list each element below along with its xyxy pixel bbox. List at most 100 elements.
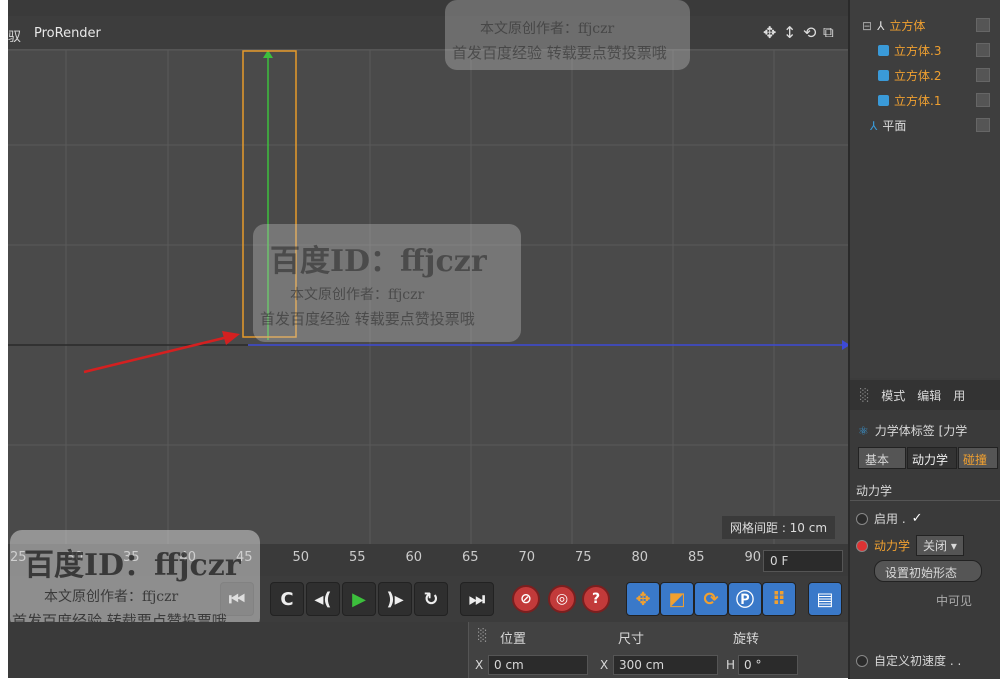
rotate-view-icon[interactable]: ⟲ <box>803 23 816 42</box>
x-size-axis: X <box>600 658 609 672</box>
viewport-header: 驭 ProRender ✥ ↕ ⟲ ⧉ <box>8 16 848 50</box>
tab-dynamics-label: 动力学 <box>912 453 949 467</box>
custom-velocity-anim-dot[interactable] <box>856 654 868 667</box>
enable-anim-dot[interactable] <box>856 512 868 525</box>
attribute-manager: ░ 模式 编辑 用 ⚛ 力学体标签 [力学 基本 动力学 碰撞 动力学 启用 .… <box>850 380 1000 679</box>
right-panel: ⊟ ⅄ 立方体 立方体.3 立方体.2 立方体.1 ⅄ 平面 ░ 模式 编辑 用… <box>848 0 1000 679</box>
attribute-menu: ░ 模式 编辑 用 <box>850 380 1000 410</box>
custom-velocity-row: 自定义初速度 . . <box>856 652 961 669</box>
tab-dynamics[interactable]: 动力学 <box>907 447 957 469</box>
object-cube3[interactable]: 立方体.3 <box>878 42 941 59</box>
section-title: 动力学 <box>856 484 893 498</box>
next-frame-button[interactable]: )▸ <box>378 582 412 616</box>
annotation-arrow-shaft <box>83 335 229 374</box>
enable-checkbox[interactable]: ✓ <box>912 511 923 526</box>
move-key-button[interactable]: ✥ <box>626 582 660 616</box>
scheme-button[interactable]: ▤ <box>808 582 842 616</box>
prorender-menu[interactable]: ProRender <box>34 26 101 41</box>
current-frame-field[interactable]: 0 F <box>763 550 843 572</box>
cube-icon <box>878 95 889 106</box>
enable-row: 启用 . ✓ <box>856 510 923 527</box>
tab-basic-label: 基本 <box>865 453 890 467</box>
x-size-field[interactable]: 300 cm <box>613 655 718 675</box>
cube-icon <box>878 45 889 56</box>
previous-key-button[interactable]: C <box>270 582 304 616</box>
menu-mode[interactable]: 模式 <box>881 387 905 404</box>
visibility-toggle[interactable] <box>976 18 990 32</box>
timeline-tick: 60 <box>405 550 423 565</box>
timeline-tick: 90 <box>744 550 762 565</box>
h-rotation-field[interactable]: 0 ° <box>738 655 798 675</box>
set-initial-state-button[interactable]: 设置初始形态 <box>874 560 982 582</box>
timeline-tick: 80 <box>631 550 649 565</box>
object-plane[interactable]: ⅄ 平面 <box>870 117 906 134</box>
timeline-tick: 55 <box>349 550 366 565</box>
pla-key-button[interactable]: ⠿ <box>762 582 796 616</box>
plane-icon: ⅄ <box>870 118 878 133</box>
auto-key-button[interactable]: ◎ <box>548 585 576 613</box>
record-keys-button[interactable]: ⊘ <box>512 585 540 613</box>
dynamics-anim-dot[interactable] <box>856 539 868 552</box>
timeline-tick: 85 <box>688 550 705 565</box>
x-position-field[interactable]: 0 cm <box>488 655 588 675</box>
menu-edit[interactable]: 编辑 <box>917 387 941 404</box>
go-to-end-button[interactable]: ⏭ <box>460 582 494 616</box>
set-initial-state-label: 设置初始形态 <box>885 566 958 580</box>
timeline-tick: 65 <box>462 550 479 565</box>
key-help-button[interactable]: ? <box>582 585 610 613</box>
viewport[interactable]: 网格间距 : 10 cm 百度ID：ffjczr 本文原创作者：ffjczr 首… <box>8 50 848 544</box>
param-key-button[interactable]: Ⓟ <box>728 582 762 616</box>
size-label: 尺寸 <box>618 632 645 647</box>
object-cube1[interactable]: 立方体.1 <box>878 92 941 109</box>
visibility-toggle[interactable] <box>976 43 990 57</box>
dynamics-dropdown-value: 关闭 <box>923 539 948 553</box>
cube-icon <box>878 70 889 81</box>
visibility-toggle[interactable] <box>976 118 990 132</box>
rotation-label: 旋转 <box>733 632 760 647</box>
tag-title: 力学体标签 [力学 <box>874 424 968 438</box>
move-view-icon[interactable]: ✥ <box>763 23 776 42</box>
timeline-tick: 75 <box>575 550 592 565</box>
c4d-window: 驭 ProRender ✥ ↕ ⟲ ⧉ 网格间距: 10 cm 百度ID：ff… <box>0 0 1000 679</box>
play-button[interactable]: ▶ <box>342 582 376 616</box>
visible-fragment: 中可见 <box>936 594 973 608</box>
grip-icon: ░ <box>860 388 870 402</box>
object-manager: ⊟ ⅄ 立方体 立方体.3 立方体.2 立方体.1 ⅄ 平面 <box>850 0 1000 378</box>
dolly-view-icon[interactable]: ↕ <box>783 23 796 42</box>
tab-collision[interactable]: 碰撞 <box>958 447 998 469</box>
watermark-bottom-id: 百度ID：ffjczr <box>24 548 241 583</box>
object-cube2[interactable]: 立方体.2 <box>878 67 941 84</box>
grip-icon: ░ <box>478 628 488 642</box>
rotate-key-button[interactable]: ⟳ <box>694 582 728 616</box>
dynamics-label: 动力学 <box>874 539 911 553</box>
tab-basic[interactable]: 基本 <box>858 447 906 469</box>
tab-collision-label: 碰撞 <box>963 453 988 467</box>
x-position-value: 0 cm <box>494 658 524 672</box>
previous-frame-button[interactable]: ◂( <box>306 582 340 616</box>
current-frame-value: 0 F <box>770 554 789 568</box>
watermark-bottom-line1: 本文原创作者：ffjczr <box>44 589 179 605</box>
watermark-line2: 首发百度经验 转载要点赞投票哦 <box>260 310 475 328</box>
coordinate-manager: ░ 位置 尺寸 旋转 X 0 cm X 300 cm H 0 ° <box>8 622 848 678</box>
visibility-toggle[interactable] <box>976 93 990 107</box>
custom-velocity-label: 自定义初速度 . . <box>874 654 962 668</box>
null-icon: ⅄ <box>877 18 885 33</box>
watermark-line1: 本文原创作者：ffjczr <box>290 287 425 303</box>
h-rotation-axis: H <box>726 658 736 672</box>
menu-fragment[interactable]: 驭 <box>8 26 21 45</box>
x-position-axis: X <box>475 658 484 672</box>
object-root[interactable]: ⊟ ⅄ 立方体 <box>862 17 925 34</box>
maximize-view-icon[interactable]: ⧉ <box>823 23 834 41</box>
scale-key-button[interactable]: ◩ <box>660 582 694 616</box>
watermark-id: 百度ID：ffjczr <box>270 244 487 279</box>
object-root-label: 立方体 <box>889 19 926 33</box>
dynamics-row: 动力学 关闭 ▾ <box>856 535 964 556</box>
x-size-value: 300 cm <box>619 658 665 672</box>
visibility-toggle[interactable] <box>976 68 990 82</box>
next-key-button[interactable]: ↻ <box>414 582 448 616</box>
watermark-top-line2: 首发百度经验 转载要点赞投票哦 <box>452 44 667 62</box>
menu-user[interactable]: 用 <box>953 387 965 404</box>
dynamics-dropdown[interactable]: 关闭 ▾ <box>916 535 964 556</box>
timeline-tick: 70 <box>518 550 536 565</box>
position-label: 位置 <box>500 632 527 647</box>
